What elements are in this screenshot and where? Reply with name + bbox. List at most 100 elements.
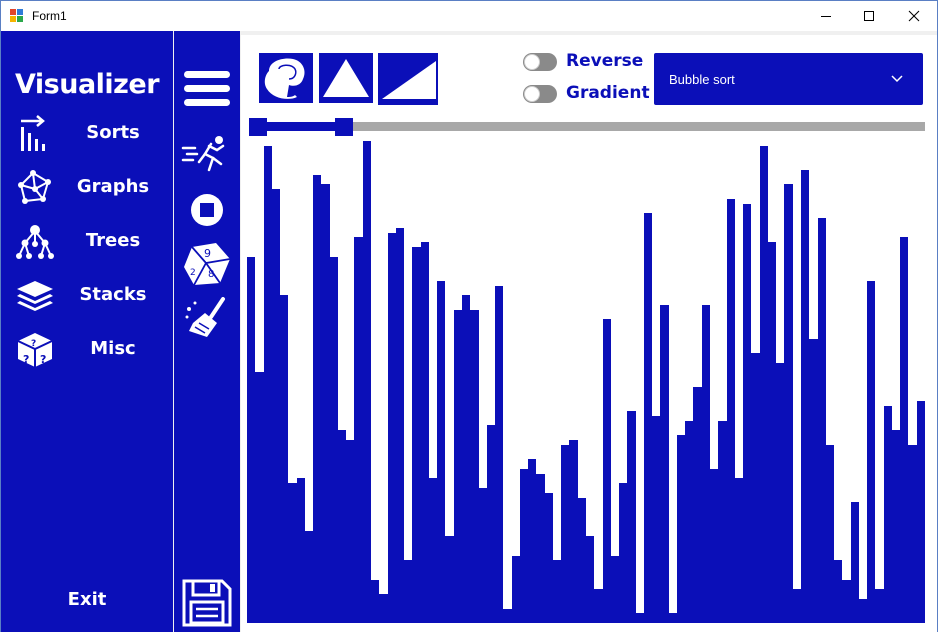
exit-button[interactable]: Exit <box>1 589 173 610</box>
sort-bar <box>611 556 619 623</box>
sort-bar <box>677 435 685 623</box>
algorithm-selected: Bubble sort <box>669 72 735 87</box>
sort-bar <box>354 237 363 623</box>
sort-bar <box>445 536 454 623</box>
mystery-box-icon: ? ? ? <box>17 333 53 367</box>
sort-bar <box>644 213 652 623</box>
nav-item-stacks[interactable]: Stacks <box>9 273 169 319</box>
speed-slider[interactable] <box>249 117 925 137</box>
app-window: Form1 Visualizer Sorts Graphs Trees Stac… <box>0 0 938 632</box>
sort-bar <box>768 242 776 623</box>
form-content: Visualizer Sorts Graphs Trees Stacks ? ?… <box>1 31 937 632</box>
sort-bar <box>280 295 288 623</box>
reverse-toggle[interactable] <box>523 53 557 71</box>
svg-text:9: 9 <box>204 247 211 260</box>
nav-item-misc[interactable]: ? ? ? Misc <box>9 327 169 373</box>
sort-bar <box>495 286 503 623</box>
close-button[interactable] <box>891 1 937 31</box>
title-bar: Form1 <box>1 1 937 31</box>
nav-item-sorts[interactable]: Sorts <box>9 111 169 157</box>
sort-bar <box>247 257 255 623</box>
sort-bar <box>346 440 354 623</box>
sort-bars-icon <box>21 115 45 151</box>
sort-bar <box>569 440 578 623</box>
nav-item-label: Misc <box>90 338 136 359</box>
chevron-down-icon <box>891 75 903 83</box>
sort-bar <box>470 310 479 623</box>
sort-bar <box>718 421 727 623</box>
sort-bar <box>561 445 569 623</box>
nav-item-trees[interactable]: Trees <box>9 219 169 265</box>
sort-bar <box>536 474 545 623</box>
sort-bar <box>594 589 603 623</box>
sort-bar <box>412 247 421 623</box>
sort-visualization <box>247 141 925 623</box>
save-button[interactable] <box>180 577 234 629</box>
broom-icon <box>185 297 225 337</box>
sort-bar <box>908 445 917 623</box>
sort-bar <box>727 199 735 623</box>
sort-bar <box>801 170 809 623</box>
algorithm-dropdown[interactable]: Bubble sort <box>654 53 923 105</box>
sort-bar <box>371 580 379 623</box>
sort-bar <box>313 175 321 623</box>
reverse-label: Reverse <box>566 51 644 71</box>
gradient-toggle-row[interactable]: Gradient <box>523 81 650 107</box>
close-icon <box>908 10 920 22</box>
randomize-button[interactable]: 9 8 2 <box>180 239 234 289</box>
spiral-shape-button[interactable] <box>259 53 313 103</box>
maximize-button[interactable] <box>846 1 892 31</box>
nav-item-label: Trees <box>85 230 141 251</box>
sort-bar <box>545 493 553 623</box>
slider-min-handle[interactable] <box>249 118 267 136</box>
toggle-knob <box>524 86 540 102</box>
sort-bar <box>809 339 818 623</box>
sort-bar <box>669 613 677 623</box>
reverse-toggle-row[interactable]: Reverse <box>523 49 643 75</box>
dice-icon: 9 8 2 <box>184 243 231 286</box>
nav-item-graphs[interactable]: Graphs <box>9 165 169 211</box>
sort-bar <box>305 531 313 623</box>
gradient-toggle[interactable] <box>523 85 557 103</box>
triangle-shape-button[interactable] <box>319 53 373 103</box>
sort-bar <box>586 536 594 623</box>
sort-bar <box>503 609 512 623</box>
stop-button[interactable] <box>180 189 234 231</box>
sort-bar <box>693 387 702 623</box>
sort-bar <box>528 459 536 623</box>
ramp-shape-button[interactable] <box>378 53 438 105</box>
sort-bar <box>851 502 859 623</box>
triangle-shape-icon <box>323 59 369 97</box>
sort-bar <box>900 237 908 623</box>
slider-handle[interactable] <box>335 118 353 136</box>
nav-item-label: Sorts <box>86 122 140 143</box>
sort-bar <box>867 281 875 623</box>
sort-bar <box>875 589 884 623</box>
sort-bar <box>627 411 636 623</box>
sort-bar <box>743 204 751 623</box>
sort-bar <box>652 416 660 623</box>
sort-bar <box>421 242 429 623</box>
sort-bar <box>685 421 693 623</box>
sort-bar <box>388 233 396 623</box>
sort-bar <box>702 305 710 623</box>
menu-button[interactable] <box>180 65 234 113</box>
sort-bar <box>834 560 842 623</box>
ramp-shape-icon <box>382 61 436 99</box>
gradient-label: Gradient <box>566 83 650 103</box>
sort-bar <box>917 401 925 623</box>
maximize-icon <box>864 11 874 21</box>
layers-icon <box>17 281 53 311</box>
sort-bar <box>859 599 867 623</box>
menu-icon <box>184 71 230 106</box>
sort-bar <box>735 478 743 623</box>
options-panel: Reverse Gradient Bubble sort <box>241 31 937 137</box>
main-area: Reverse Gradient Bubble sort <box>241 31 937 632</box>
run-button[interactable] <box>180 131 234 177</box>
minimize-button[interactable] <box>803 1 849 31</box>
clear-button[interactable] <box>180 295 234 343</box>
sort-bar <box>396 228 404 623</box>
sort-bar <box>619 483 627 623</box>
sort-bar <box>776 363 784 623</box>
run-icon <box>181 136 225 172</box>
